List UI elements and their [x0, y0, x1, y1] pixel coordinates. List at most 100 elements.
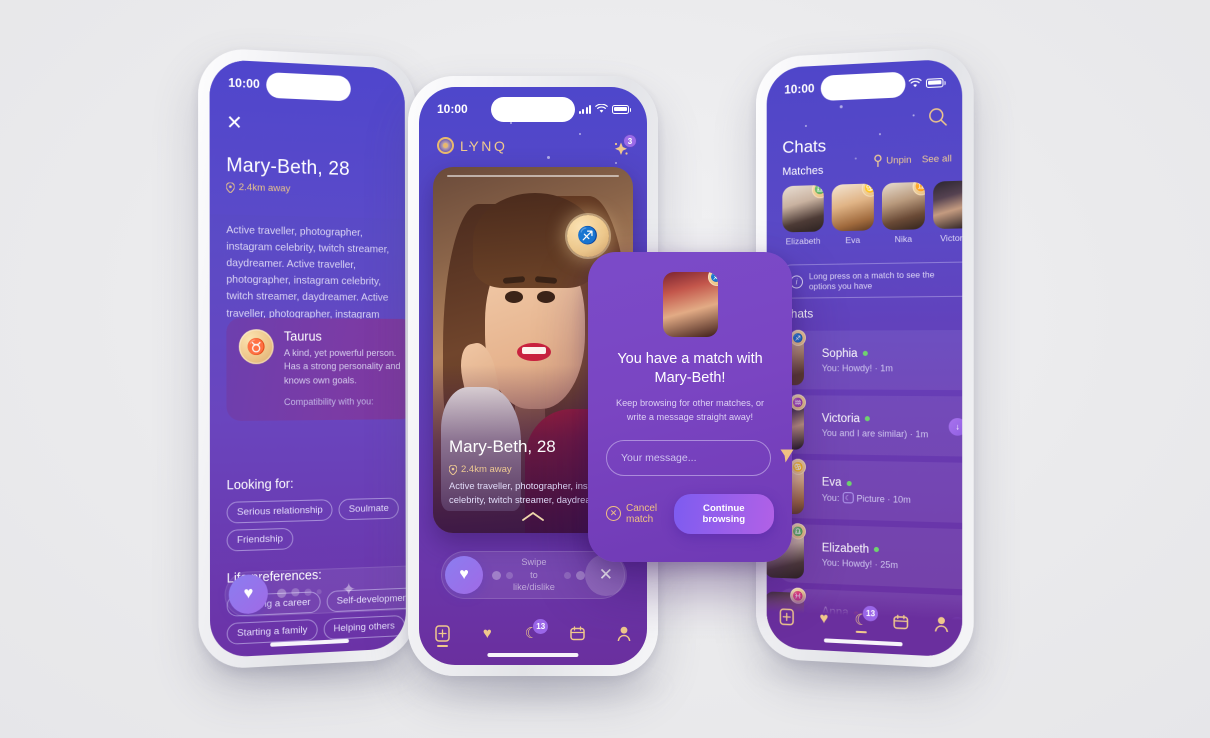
- status-time: 10:00: [784, 81, 815, 97]
- chat-name-row: Elizabeth: [822, 542, 962, 559]
- photo-shape: [522, 347, 546, 355]
- chat-preview-text: You: Howdy! · 1m: [821, 362, 893, 373]
- chat-name-row: Eva: [822, 476, 962, 491]
- match-name: Eva: [845, 234, 861, 246]
- like-button[interactable]: ♥: [445, 556, 483, 594]
- match-avatar: ♐: [662, 272, 718, 337]
- avatar: ♒: [933, 180, 963, 230]
- home-indicator: [487, 653, 579, 657]
- send-icon[interactable]: [779, 448, 795, 468]
- avatar: ♊: [881, 181, 925, 231]
- match-item[interactable]: ♎ Elizabeth: [782, 184, 824, 247]
- tab-chats[interactable]: ☾ 13: [855, 605, 879, 634]
- tab-cards[interactable]: [435, 625, 450, 647]
- moon-phase-indicators: [277, 587, 322, 598]
- continue-browsing-button[interactable]: Continue browsing: [673, 493, 774, 534]
- tab-profile[interactable]: [935, 616, 949, 637]
- tab-likes[interactable]: ♥: [482, 626, 493, 646]
- matches-actions: Unpin See all: [873, 152, 952, 167]
- like-button[interactable]: ♥: [228, 573, 268, 615]
- search-icon: [928, 107, 948, 127]
- see-all-button[interactable]: See all: [922, 153, 952, 165]
- chip[interactable]: Friendship: [226, 527, 294, 552]
- location-pin-icon: [449, 464, 457, 475]
- online-status-dot: [874, 546, 880, 553]
- profile-distance-text: 2.4km away: [238, 181, 291, 195]
- chat-row[interactable]: ♒ Victoria You and I are similar) · 1m ↓: [766, 394, 963, 457]
- sun-logo-icon: [437, 137, 454, 154]
- chip[interactable]: Helping others: [323, 614, 405, 641]
- search-button[interactable]: [928, 107, 948, 133]
- cancel-match-label: Cancel match: [626, 502, 658, 525]
- mockup-canvas: 10:00 ✕ Mary-Beth, 28 2.4km away Active …: [0, 0, 1210, 738]
- chat-name: Eva: [821, 476, 842, 489]
- zodiac-badge-icon: ♊: [790, 651, 806, 658]
- matches-list[interactable]: ♎ Elizabeth ♋ Eva ♊ Nika Victoria: [782, 180, 963, 247]
- zodiac-card[interactable]: ♉ Taurus A kind, yet powerful person. Ha…: [226, 317, 406, 422]
- chat-preview-text: You: Howdy! · 25m: [821, 556, 898, 570]
- chat-name: Elizabeth: [821, 541, 870, 556]
- phone-left-profile: 10:00 ✕ Mary-Beth, 28 2.4km away Active …: [198, 46, 417, 671]
- swipe-action-bar-center[interactable]: ♥ Swipe to like/dislike ✕: [441, 551, 627, 599]
- person-icon: [935, 616, 949, 632]
- chat-row[interactable]: ♎ Elizabeth You: Howdy! · 25m: [766, 522, 963, 590]
- unpin-button[interactable]: Unpin: [873, 153, 911, 167]
- tab-likes[interactable]: ♥: [818, 610, 829, 632]
- chat-name: Sophia: [821, 347, 858, 360]
- match-subtitle: Keep browsing for other matches, or writ…: [615, 398, 765, 422]
- match-item[interactable]: ♒ Victoria: [933, 180, 963, 243]
- unread-badge: ↓: [948, 417, 963, 436]
- zodiac-sign-name: Taurus: [283, 329, 322, 344]
- chat-list[interactable]: ♐ Sophia You: Howdy! · 1m ♒ Victoria You…: [766, 329, 963, 658]
- dynamic-island: [266, 72, 351, 102]
- moon-phase-indicators-right: [563, 570, 585, 580]
- tab-profile[interactable]: [617, 626, 631, 646]
- wifi-icon: [595, 104, 608, 113]
- chip[interactable]: Soulmate: [338, 497, 399, 521]
- looking-for-section: Looking for: Serious relationship Soulma…: [226, 473, 406, 552]
- photo-progress-indicator: [447, 175, 619, 177]
- zodiac-badge-icon: ♒: [790, 394, 806, 411]
- tab-events[interactable]: [894, 614, 909, 635]
- tab-events[interactable]: [570, 626, 585, 646]
- dynamic-island: [491, 97, 575, 122]
- tab-active-indicator: [855, 630, 867, 634]
- modal-actions: ✕ Cancel match Continue browsing: [606, 493, 774, 534]
- wifi-icon: [908, 78, 921, 88]
- notifications-button[interactable]: 3: [611, 134, 637, 159]
- chip[interactable]: Serious relationship: [226, 499, 333, 524]
- chats-badge: 13: [863, 605, 879, 622]
- chat-name: Victoria: [821, 412, 860, 425]
- chat-row[interactable]: ♋ Eva You: ☾ Picture · 10m: [766, 458, 963, 524]
- tab-cards[interactable]: [779, 608, 794, 631]
- tab-chats[interactable]: ☾ 13: [525, 619, 549, 646]
- signal-icon: [578, 104, 591, 114]
- bottom-tab-bar-right: ♥ ☾ 13: [766, 589, 963, 658]
- match-title: You have a match with Mary-Beth!: [617, 350, 762, 388]
- chat-row[interactable]: ♐ Sophia You: Howdy! · 1m: [766, 329, 963, 391]
- cancel-match-button[interactable]: ✕ Cancel match: [606, 503, 674, 525]
- chat-name-row: Victoria: [822, 412, 949, 426]
- notification-badge: 3: [623, 134, 637, 148]
- match-modal: ♐ You have a match with Mary-Beth! Keep …: [588, 252, 794, 562]
- avatar: ♋: [831, 183, 874, 232]
- swipe-hint-line2: to like/dislike: [513, 569, 555, 593]
- swipe-action-bar-left[interactable]: ♥ ✦: [224, 564, 406, 618]
- battery-icon: [612, 104, 631, 114]
- expand-chevron-up-icon[interactable]: [522, 509, 544, 527]
- chats-badge: 13: [533, 619, 549, 634]
- match-item[interactable]: ♋ Eva: [831, 183, 874, 246]
- match-name: Nika: [894, 233, 913, 245]
- status-time: 10:00: [228, 75, 260, 92]
- message-input[interactable]: [606, 439, 771, 476]
- info-icon: i: [790, 274, 803, 289]
- looking-for-title: Looking for:: [226, 476, 294, 493]
- app-logo-text: LYNQ: [460, 137, 508, 154]
- message-row: [606, 439, 794, 476]
- zodiac-compatibility-label: Compatibility with you:: [283, 396, 374, 408]
- online-status-dot: [864, 416, 870, 422]
- chat-preview-text: Picture · 10m: [856, 492, 911, 505]
- online-status-dot: [846, 480, 852, 486]
- close-button[interactable]: ✕: [226, 112, 242, 134]
- match-item[interactable]: ♊ Nika: [881, 181, 925, 245]
